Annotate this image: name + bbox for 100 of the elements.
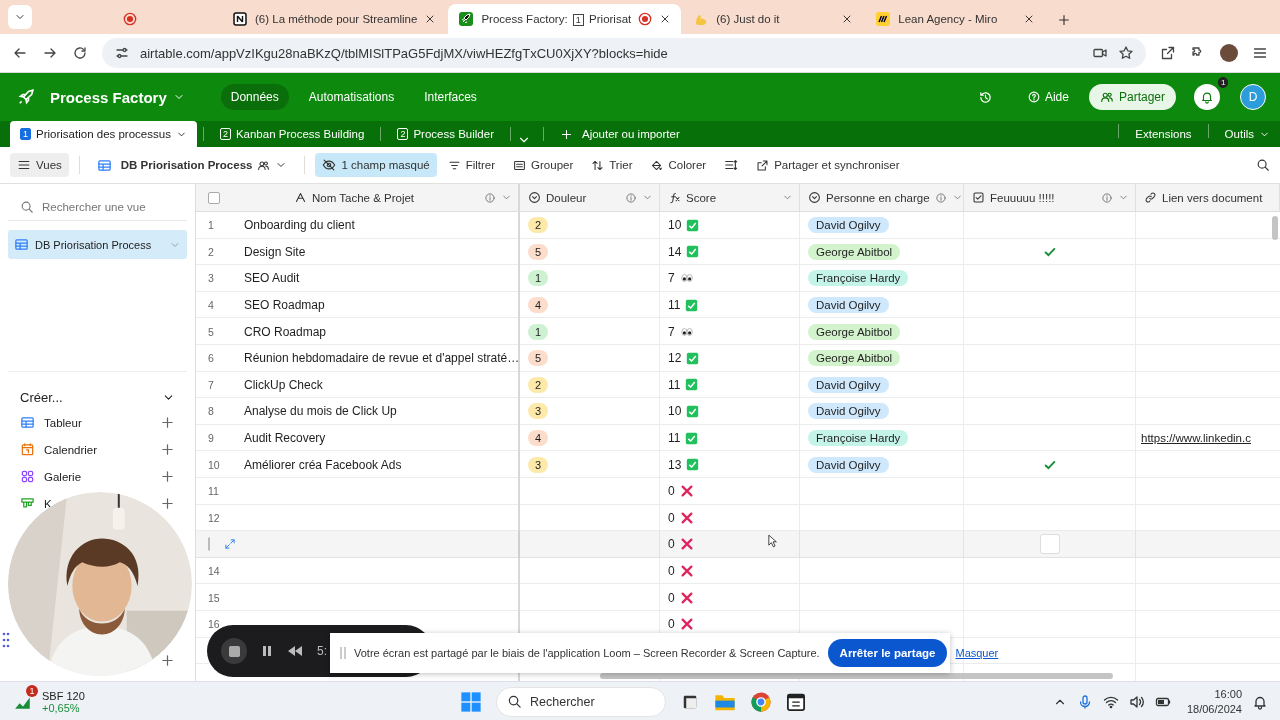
new-tab-icon[interactable] xyxy=(1057,13,1072,27)
row-number: 2 xyxy=(208,245,214,258)
tools-button[interactable]: Outils xyxy=(1214,121,1280,147)
clock[interactable]: 16:00 18/06/2024 xyxy=(1186,686,1242,717)
owner-tag: George Abitbol xyxy=(808,323,901,340)
row-number: 4 xyxy=(208,299,214,312)
toolbar-button[interactable]: Trier xyxy=(584,153,640,177)
plus-icon[interactable] xyxy=(160,415,175,430)
search-icon[interactable] xyxy=(1256,158,1270,172)
pain-tag: 4 xyxy=(528,430,549,447)
windows-start-icon[interactable] xyxy=(460,690,482,713)
share-button[interactable]: Partager xyxy=(1088,84,1176,110)
calendar-app-icon[interactable] xyxy=(786,691,806,712)
info-icon xyxy=(625,191,637,204)
check-box-icon xyxy=(686,218,700,232)
browser-tab[interactable]: Process Factory: 1 Priorisat xyxy=(448,4,682,34)
history-icon[interactable] xyxy=(977,89,993,105)
add-table-button[interactable]: Ajouter ou importer xyxy=(549,121,690,147)
text-field-icon xyxy=(294,191,307,204)
sort-icon xyxy=(591,158,605,172)
browser-tab[interactable]: (6) La méthode pour Streamline xyxy=(222,4,447,34)
view-item[interactable]: DB Priorisation Process xyxy=(8,230,187,259)
bookmark-star-icon[interactable] xyxy=(1118,45,1134,61)
hide-link[interactable]: Masquer xyxy=(955,647,999,659)
column-header[interactable]: Feuuuuu !!!!! xyxy=(964,184,1136,211)
reload-icon[interactable] xyxy=(72,45,88,61)
taskbar-search-field[interactable]: Rechercher xyxy=(496,686,666,717)
column-header[interactable]: Douleur xyxy=(520,184,660,211)
tab-title: Process Factory: 1 Priorisat xyxy=(481,12,632,26)
drag-handle-icon[interactable] xyxy=(2,632,10,648)
check-box-icon xyxy=(685,298,699,312)
toolbar-button[interactable]: Colorer xyxy=(643,153,714,177)
link-icon xyxy=(1144,191,1157,204)
column-header[interactable]: Personne en charge xyxy=(800,184,964,211)
address-bar[interactable]: airtable.com/appVzIKgu28naBKzQ/tblMISlTPaG5FdjMX/viwHEZfgTxCU0XjXY?blocks=hide xyxy=(102,38,1146,68)
stop-button[interactable] xyxy=(221,638,247,664)
browser-tab[interactable]: (6) Just do it xyxy=(683,4,864,34)
check-box-icon xyxy=(685,431,699,445)
plus-icon[interactable] xyxy=(160,469,175,484)
profile-avatar[interactable] xyxy=(1220,44,1238,62)
select-all-checkbox[interactable] xyxy=(208,191,220,204)
create-view-label[interactable]: Calendrier xyxy=(44,443,98,456)
plus-icon[interactable] xyxy=(160,442,175,457)
table-tab[interactable]: 2 Kanban Process Building xyxy=(209,121,375,147)
toolbar-button[interactable]: Filtrer xyxy=(440,153,503,177)
create-view-label[interactable]: K xyxy=(44,497,52,510)
create-view-label[interactable]: Galerie xyxy=(44,470,82,483)
table-tab[interactable]: 1 Priorisation des processus xyxy=(10,121,197,147)
pain-tag: 4 xyxy=(528,297,549,314)
base-name[interactable]: Process Factory xyxy=(50,88,167,106)
column-header[interactable]: Lien vers document xyxy=(1136,184,1280,211)
views-button[interactable]: Vues xyxy=(10,153,69,177)
site-settings-icon[interactable] xyxy=(114,45,130,61)
select-field-icon xyxy=(528,191,541,204)
horizontal-scrollbar[interactable] xyxy=(600,673,1113,679)
extensions-button[interactable]: Extensions xyxy=(1125,121,1202,147)
table-tab-label: Kanban Process Building xyxy=(235,128,365,140)
hidden-fields-button[interactable]: 1 champ masqué xyxy=(315,153,437,177)
expand-icon[interactable] xyxy=(224,538,236,551)
toolbar-button[interactable]: Grouper xyxy=(506,153,581,177)
plus-icon[interactable] xyxy=(160,653,175,668)
grid-icon xyxy=(96,157,112,173)
more-icon[interactable] xyxy=(1252,45,1268,61)
chrome-icon[interactable] xyxy=(750,690,772,713)
drag-handle-icon[interactable] xyxy=(340,647,346,659)
score-value: 0 xyxy=(668,537,675,552)
rewind-icon[interactable] xyxy=(287,645,303,657)
view-search-field[interactable]: Rechercher une vue xyxy=(42,201,172,213)
view-switcher[interactable]: DB Priorisation Process xyxy=(89,152,295,178)
score-value: 10 xyxy=(668,404,682,419)
table-number: 2 xyxy=(397,128,409,140)
owner-tag: David Ogilvy xyxy=(808,217,889,234)
column-header[interactable]: Score xyxy=(660,184,800,211)
nav-tab[interactable]: Interfaces xyxy=(414,84,487,110)
document-link[interactable]: https://www.linkedin.c xyxy=(1141,432,1251,445)
plus-icon[interactable] xyxy=(160,496,175,511)
share-sync-button[interactable]: Partager et synchroniser xyxy=(749,153,907,177)
checkbox[interactable] xyxy=(1040,534,1060,555)
nav-tab[interactable]: Données xyxy=(220,84,289,110)
recording-time: 5: xyxy=(317,644,327,658)
pain-tag: 2 xyxy=(528,376,549,393)
create-view-label[interactable]: Tableur xyxy=(44,416,82,429)
send-icon[interactable] xyxy=(1160,45,1176,61)
score-value: 0 xyxy=(668,564,675,578)
stock-alert-badge: 1 xyxy=(26,684,38,697)
help-button[interactable]: Aide xyxy=(1018,86,1077,108)
owner-tag: George Abitbol xyxy=(808,243,901,260)
tab-title: (6) Just do it xyxy=(716,13,781,25)
notifications-button[interactable] xyxy=(1194,84,1220,110)
stop-sharing-button[interactable]: Arrêter le partage xyxy=(827,639,948,667)
nav-tab[interactable]: Automatisations xyxy=(298,84,405,110)
score-value: 12 xyxy=(668,351,682,366)
table-tab[interactable]: 2 Process Builder xyxy=(387,121,504,147)
browser-tab[interactable]: Lean Agency - Miro xyxy=(865,4,1046,34)
menu-icon xyxy=(17,158,31,172)
stock-change: +0,65% xyxy=(42,701,81,714)
tab-title: Lean Agency - Miro xyxy=(898,13,999,25)
pause-icon[interactable] xyxy=(261,645,273,657)
score-value: 7 xyxy=(668,324,675,339)
vertical-scrollbar[interactable] xyxy=(1272,216,1278,240)
